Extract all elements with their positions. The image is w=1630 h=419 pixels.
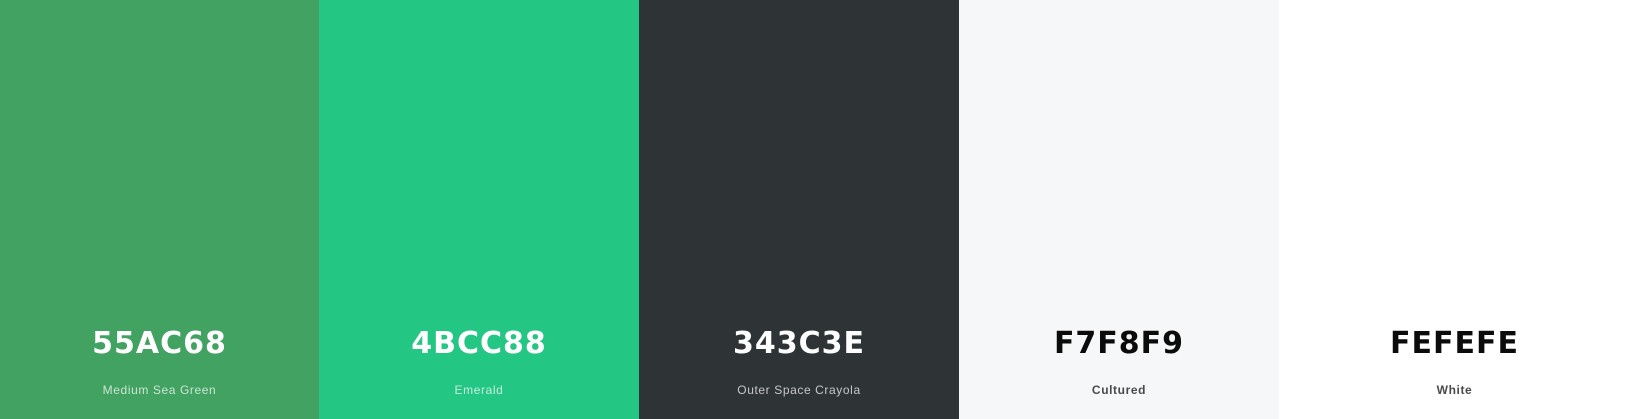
color-swatch[interactable]: FEFEFE White <box>1279 0 1630 419</box>
swatch-color-name: Emerald <box>454 383 504 397</box>
swatch-hex-code[interactable]: 4BCC88 <box>319 324 639 364</box>
swatch-hex-code[interactable]: FEFEFE <box>1279 324 1630 364</box>
swatch-hex-code[interactable]: 343C3E <box>639 324 959 364</box>
color-palette: 55AC68 Medium Sea Green 4BCC88 Emerald 3… <box>0 0 1630 419</box>
swatch-color-name: Outer Space Crayola <box>737 383 861 397</box>
color-swatch[interactable]: 343C3E Outer Space Crayola <box>639 0 959 419</box>
color-swatch[interactable]: 4BCC88 Emerald <box>319 0 639 419</box>
swatch-hex-code[interactable]: 55AC68 <box>0 324 319 364</box>
swatch-color-name: White <box>1436 383 1473 397</box>
color-swatch[interactable]: F7F8F9 Cultured <box>959 0 1279 419</box>
color-swatch[interactable]: 55AC68 Medium Sea Green <box>0 0 319 419</box>
swatch-hex-code[interactable]: F7F8F9 <box>959 324 1279 364</box>
swatch-color-name: Cultured <box>1091 383 1147 397</box>
swatch-color-name: Medium Sea Green <box>102 383 217 397</box>
